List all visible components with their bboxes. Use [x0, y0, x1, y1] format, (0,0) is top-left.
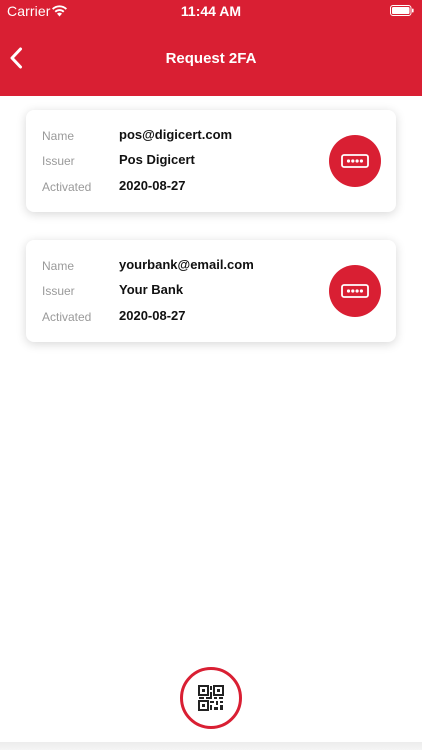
issuer-label: Issuer [42, 154, 75, 168]
name-label: Name [42, 259, 75, 273]
account-name: yourbank@email.com [119, 257, 254, 272]
status-time: 11:44 AM [180, 3, 242, 19]
battery-icon [390, 5, 414, 16]
account-name: pos@digicert.com [119, 127, 233, 142]
name-label: Name [42, 129, 75, 143]
account-issuer: Your Bank [119, 282, 184, 297]
account-card[interactable]: Name pos@digicert.com Issuer Pos Digicer… [26, 110, 396, 212]
account-activated-date: 2020-08-27 [119, 178, 186, 193]
header-bar: Carrier 11:44 AM Request 2FA [0, 0, 422, 96]
activated-label: Activated [42, 310, 92, 324]
bottom-edge [0, 742, 422, 750]
scan-qr-button[interactable] [180, 667, 242, 729]
issuer-label: Issuer [42, 284, 75, 298]
request-2fa-screen: Carrier 11:44 AM Request 2FA Name pos@di… [0, 0, 422, 750]
page-title: Request 2FA [165, 50, 257, 67]
account-activated-date: 2020-08-27 [119, 308, 186, 323]
status-bar: Carrier 11:44 AM [0, 0, 422, 22]
password-key-icon [341, 284, 369, 298]
password-key-icon [341, 154, 369, 168]
activated-label: Activated [42, 180, 92, 194]
qr-code-icon [198, 685, 224, 711]
account-issuer: Pos Digicert [119, 152, 195, 167]
account-card[interactable]: Name yourbank@email.com Issuer Your Bank… [26, 240, 396, 342]
request-code-button[interactable] [329, 265, 381, 317]
request-code-button[interactable] [329, 135, 381, 187]
